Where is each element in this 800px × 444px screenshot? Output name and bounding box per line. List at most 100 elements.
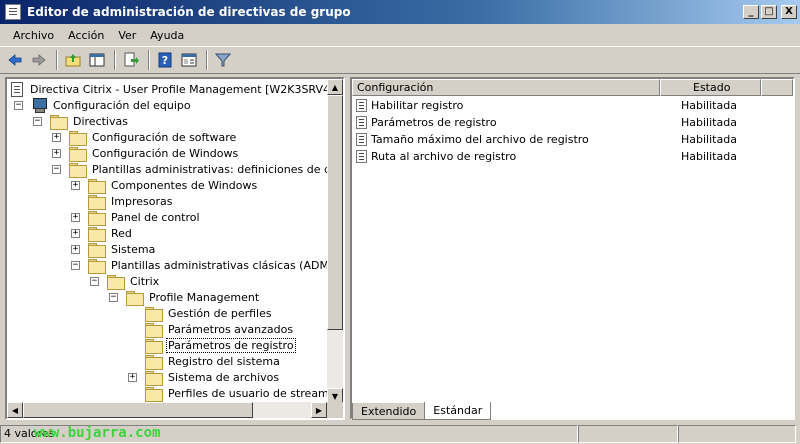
tree-item-sistema-archivos[interactable]: + Sistema de archivos (128, 369, 281, 386)
expand-icon[interactable]: + (52, 132, 61, 142)
expand-icon[interactable]: + (52, 148, 61, 158)
tree-item-citrix[interactable]: − Citrix (90, 273, 161, 290)
tree-item-plantillas-administrativas[interactable]: − Plantillas administrativas: definicion… (52, 161, 327, 178)
help-icon[interactable]: ? (154, 49, 176, 71)
scroll-corner (327, 402, 343, 418)
forward-icon[interactable] (28, 49, 50, 71)
horizontal-scroll-thumb[interactable] (23, 402, 253, 418)
settings-list-pane: Configuración Estado Habilitar registro … (350, 77, 795, 420)
tree-item-label: Plantillas administrativas: definiciones… (92, 162, 327, 176)
up-folder-icon[interactable] (62, 49, 84, 71)
setting-state: Habilitada (681, 132, 737, 146)
scroll-left-icon[interactable]: ◀ (7, 402, 23, 418)
expand-icon[interactable]: + (71, 228, 80, 238)
tree-item-plantillas-clasicas[interactable]: − Plantillas administrativas clásicas (A… (71, 257, 327, 274)
collapse-icon[interactable]: − (109, 292, 118, 302)
show-hide-tree-icon[interactable] (86, 49, 108, 71)
tab-estandar[interactable]: Estándar (424, 402, 492, 420)
expand-icon[interactable]: + (71, 212, 80, 222)
collapse-icon[interactable]: − (52, 164, 61, 174)
tree-item-registro-sistema[interactable]: Registro del sistema (128, 353, 282, 370)
folder-icon (145, 306, 163, 322)
maximize-button[interactable]: □ (761, 5, 777, 19)
folder-icon (88, 194, 106, 210)
tree-item-parametros-avanzados[interactable]: Parámetros avanzados (128, 321, 295, 338)
column-header-configuracion[interactable]: Configuración (352, 79, 660, 96)
tree-item-panel-control[interactable]: + Panel de control (71, 209, 202, 226)
list-item[interactable]: Ruta al archivo de registro Habilitada (356, 148, 737, 164)
collapse-icon[interactable]: − (71, 260, 80, 270)
minimize-button[interactable]: _ (743, 5, 759, 19)
expand-icon[interactable]: + (71, 180, 80, 190)
toolbar-separator (148, 50, 150, 70)
tree-item-directivas[interactable]: − Directivas (33, 113, 130, 130)
toolbar-separator (206, 50, 208, 70)
tree-item-label: Componentes de Windows (111, 178, 258, 192)
setting-name: Ruta al archivo de registro (371, 149, 517, 163)
vertical-scroll-thumb[interactable] (327, 95, 343, 330)
tree-item-parametros-registro[interactable]: Parámetros de registro (128, 337, 296, 354)
tab-extendido[interactable]: Extendido (352, 403, 426, 420)
list-item[interactable]: Tamaño máximo del archivo de registro Ha… (356, 131, 737, 147)
tree-item-label: Sistema de archivos (168, 370, 280, 384)
collapse-icon[interactable]: − (14, 100, 23, 110)
folder-icon (88, 258, 106, 274)
tree-item-label: Red (111, 226, 132, 240)
folder-open-icon (145, 338, 163, 354)
folder-icon (145, 354, 163, 370)
tree-item-componentes-windows[interactable]: + Componentes de Windows (71, 177, 259, 194)
back-icon[interactable] (4, 49, 26, 71)
title-bar: Editor de administración de directivas d… (0, 0, 800, 24)
status-cell-empty (678, 424, 796, 443)
setting-name: Parámetros de registro (371, 115, 497, 129)
list-item[interactable]: Habilitar registro Habilitada (356, 97, 737, 113)
tree-item-label: Parámetros avanzados (168, 322, 294, 336)
gpo-editor-app-icon (5, 4, 21, 20)
setting-name: Habilitar registro (371, 98, 464, 112)
menu-ver[interactable]: Ver (111, 27, 143, 44)
tree-item-red[interactable]: + Red (71, 225, 134, 242)
properties-icon[interactable] (178, 49, 200, 71)
window-title: Editor de administración de directivas d… (27, 5, 351, 19)
tree-vertical-scrollbar[interactable]: ▲ ▼ (327, 79, 343, 404)
tree-item-perfiles-streaming[interactable]: Perfiles de usuario de streaming (128, 385, 327, 402)
expand-icon[interactable]: + (71, 244, 80, 254)
menu-accion[interactable]: Acción (61, 27, 111, 44)
setting-name: Tamaño máximo del archivo de registro (371, 132, 589, 146)
close-button[interactable]: X (781, 5, 797, 19)
collapse-icon[interactable]: − (33, 116, 42, 126)
tree-item-configuracion-windows[interactable]: + Configuración de Windows (52, 145, 240, 162)
setting-state: Habilitada (681, 149, 737, 163)
expand-icon[interactable]: + (128, 372, 137, 382)
tree-item-profile-management[interactable]: − Profile Management (109, 289, 261, 306)
tree-item-configuracion-equipo[interactable]: − Configuración del equipo (14, 97, 193, 113)
folder-icon (69, 162, 87, 178)
folder-icon (88, 178, 106, 194)
tree-item-label: Plantillas administrativas clásicas (ADM… (111, 258, 327, 272)
export-list-icon[interactable] (120, 49, 142, 71)
tree-item-label: Parámetros de registro (166, 337, 296, 353)
folder-icon (145, 322, 163, 338)
menu-ayuda[interactable]: Ayuda (143, 27, 191, 44)
tree-item-label: Configuración del equipo (53, 98, 191, 112)
tree-item-configuracion-software[interactable]: + Configuración de software (52, 129, 238, 146)
column-header-estado[interactable]: Estado (660, 79, 761, 96)
svg-text:?: ? (162, 54, 168, 67)
tree-horizontal-scrollbar[interactable]: ◀ ▶ (7, 402, 327, 418)
watermark-text: www.bujarra.com (34, 425, 161, 441)
tree-item-gestion-perfiles[interactable]: Gestión de perfiles (128, 305, 274, 322)
list-item[interactable]: Parámetros de registro Habilitada (356, 114, 737, 130)
tree-item-label: Impresoras (111, 194, 173, 208)
scroll-up-icon[interactable]: ▲ (327, 79, 343, 95)
collapse-icon[interactable]: − (90, 276, 99, 286)
filter-icon[interactable] (212, 49, 234, 71)
tree-item-label: Citrix (130, 274, 160, 288)
setting-state: Habilitada (681, 115, 737, 129)
folder-icon (88, 210, 106, 226)
tree-item-sistema[interactable]: + Sistema (71, 241, 157, 258)
tree-root[interactable]: Directiva Citrix - User Profile Manageme… (11, 81, 327, 97)
toolbar: ? (0, 46, 800, 74)
menu-archivo[interactable]: Archivo (6, 27, 61, 44)
scroll-right-icon[interactable]: ▶ (311, 402, 327, 418)
tree-item-impresoras[interactable]: Impresoras (71, 193, 174, 210)
